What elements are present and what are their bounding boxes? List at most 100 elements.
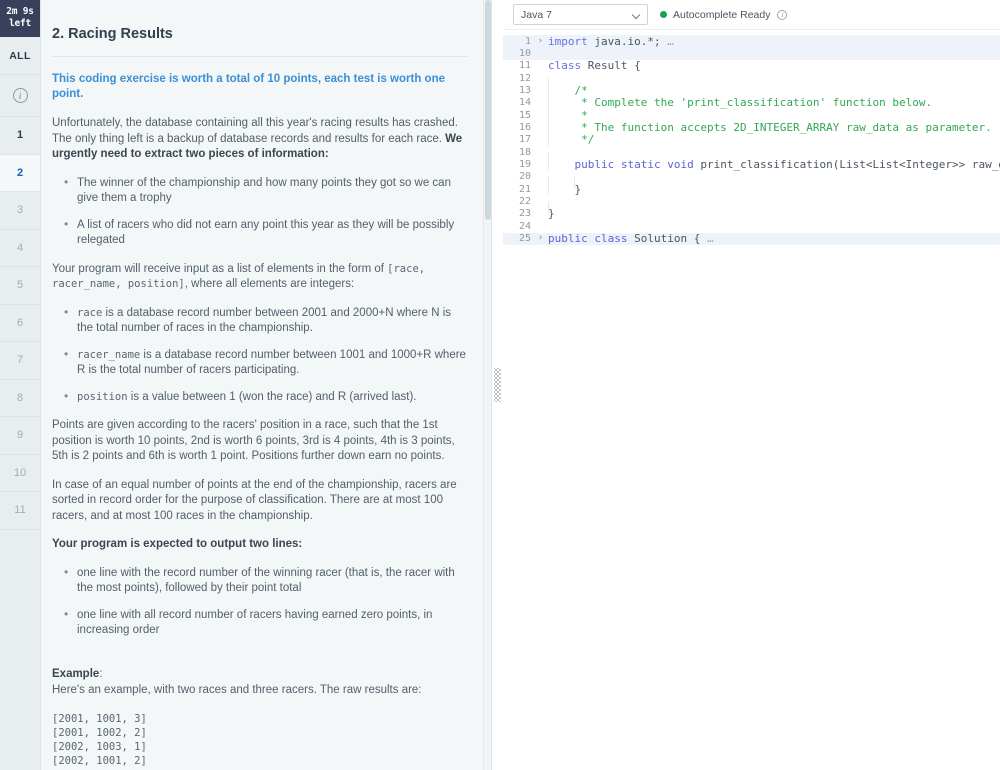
code-line-text: * [546,108,588,122]
problem-scrollbar[interactable] [483,0,491,770]
line-number: 13 [518,85,531,97]
code-line[interactable]: 24 [503,220,1000,232]
tiebreak-paragraph: In case of an equal number of points at … [52,478,457,522]
rail-item-10[interactable]: 10 [0,454,40,492]
code-line-text: public static void print_classification(… [546,158,1000,171]
line-number: 11 [518,60,531,72]
rail-item-label: 5 [16,279,24,292]
chevron-down-icon [633,11,641,19]
rail-item-label: 10 [13,466,27,479]
line-number: 19 [518,159,531,171]
code-editor-pane: Java 7 Autocomplete Ready i 1 › import jav… [503,0,1000,770]
problem-statement-pane: 2. Racing Results This coding exercise i… [41,0,492,770]
extract-info-list: The winner of the championship and how m… [52,175,469,249]
code-token: print_classification(List<List<Integer>>… [700,158,1000,172]
code-line[interactable]: 16 * The function accepts 2D_INTEGER_ARR… [503,121,1000,134]
timer-line-1: 2m 9s [6,6,34,17]
line-number: 17 [518,134,531,146]
input-format-text-a: Your program will receive input as a lis… [52,262,388,275]
code-token: Solution { [634,232,701,246]
code-token: import [548,34,595,48]
question-rail: 2m 9s left ALL i 1 2 3 4 5 6 7 8 9 10 11 [0,0,41,770]
code-line[interactable]: 18 [503,146,1000,165]
rail-item-8[interactable]: 8 [0,379,40,417]
output-spec-list: one line with the record number of the w… [52,565,469,639]
example-label-row: Example: [52,666,469,682]
code-token: */ [548,133,595,147]
autocomplete-status-label: Autocomplete Ready [673,8,771,21]
fold-arrow-icon[interactable]: › [535,234,546,243]
input-format-paragraph: Your program will receive input as a lis… [52,262,469,293]
code-line[interactable]: 10 [503,47,1000,60]
indent-guide [548,84,549,97]
rail-item-label: 2 [16,166,24,179]
code-token: * [548,108,588,122]
rail-item-7[interactable]: 7 [0,342,40,380]
code-line[interactable]: 14 * Complete the 'print_classification'… [503,96,1000,110]
code-editor[interactable]: 1 › import java.io.*; … 10 11 class Result {1… [503,30,1000,770]
code-line[interactable]: 20 [503,171,1000,190]
code-line[interactable]: 17 */ [503,133,1000,147]
code-line-text: public class Solution { … [546,232,714,245]
field-text: is a database record number between 2001… [77,306,452,335]
info-circle-icon: i [12,88,28,103]
code-line-text: } [546,182,581,196]
rail-item-6[interactable]: 6 [0,304,40,342]
field-text: is a value between 1 (won the race) and … [127,390,417,403]
pane-splitter[interactable] [492,0,503,770]
problem-scroll-region[interactable]: 2. Racing Results This coding exercise i… [41,0,491,770]
rail-item-1[interactable]: 1 [0,117,40,155]
rail-item-3[interactable]: 3 [0,192,40,230]
indent-guide [548,133,549,146]
rail-info-button[interactable]: i [0,75,40,117]
code-token: * Complete the 'print_classification' fu… [548,96,933,110]
rail-item-5[interactable]: 5 [0,267,40,305]
code-line[interactable]: 19 public static void print_classificati… [503,158,1000,171]
scoring-paragraph: Points are given according to the racers… [52,419,455,462]
rail-all-button[interactable]: ALL [0,37,40,75]
line-number: 24 [518,220,531,232]
list-item: racer_name is a database record number b… [52,347,469,379]
language-select[interactable]: Java 7 [513,4,648,25]
code-line-text: /* [546,84,588,97]
field-code: racer_name [77,348,141,361]
rail-item-9[interactable]: 9 [0,417,40,455]
title-divider [52,56,469,57]
code-line-text: class Result { [546,59,641,72]
problem-scrollbar-thumb[interactable] [485,0,491,220]
drag-handle-icon[interactable] [494,368,501,402]
app-root: 2m 9s left ALL i 1 2 3 4 5 6 7 8 9 10 11 2. Racing… [0,0,1000,770]
code-line[interactable]: 21 } [503,182,1000,196]
code-line[interactable]: 22 [503,195,1000,214]
rail-item-4[interactable]: 4 [0,229,40,267]
language-select-value: Java 7 [521,8,552,21]
list-item: one line with the record number of the w… [52,565,469,597]
rail-item-11[interactable]: 11 [0,492,40,530]
code-token: /* [548,84,588,98]
code-line[interactable]: 25 › public class Solution { … [503,232,1000,245]
code-line[interactable]: 11 class Result { [503,59,1000,72]
rail-item-label: 9 [16,429,24,442]
rail-item-label: 3 [16,204,24,217]
fold-arrow-icon[interactable]: › [535,36,546,46]
line-number: 12 [518,72,531,84]
rail-item-label: 11 [14,504,26,517]
info-circle-icon[interactable]: i [777,9,788,20]
code-line[interactable]: 15 * [503,108,1000,122]
rail-item-label: 4 [16,241,24,254]
line-number: 22 [518,196,531,208]
code-line[interactable]: 12 [503,72,1000,91]
code-line[interactable]: 13 /* [503,84,1000,97]
indent-guide [548,108,549,122]
output-heading: Your program is expected to output two l… [52,538,303,550]
code-line[interactable]: 23} [503,207,1000,220]
line-number: 10 [518,48,531,60]
code-token: public class [548,232,635,246]
rail-item-2[interactable]: 2 [0,154,40,192]
field-definition-list: race is a database record number between… [52,305,469,406]
example-intro: Here's an example, with two races and th… [52,683,422,696]
field-code: position [77,390,128,403]
example-colon: : [99,667,103,680]
code-line[interactable]: 1 › import java.io.*; … [503,34,1000,48]
